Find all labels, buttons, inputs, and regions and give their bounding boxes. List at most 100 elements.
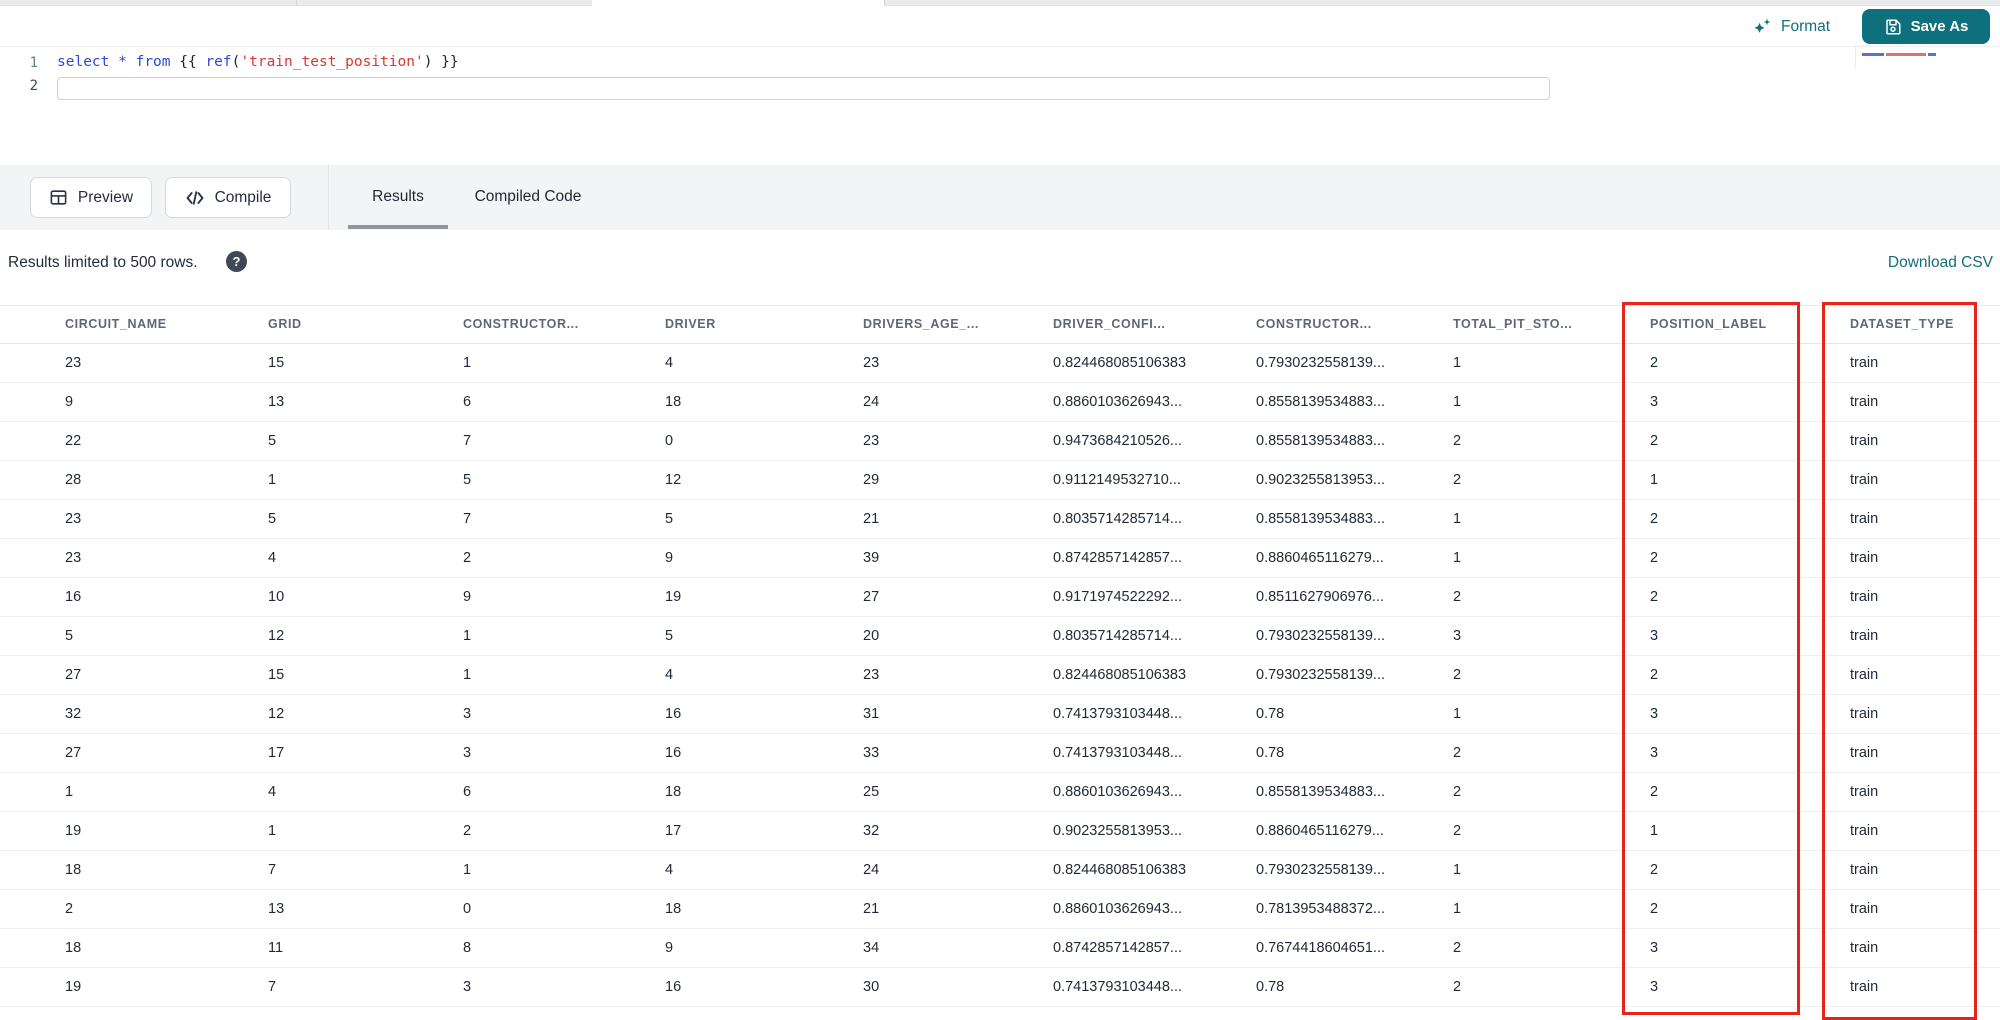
table-cell: train [1850,472,1879,488]
code-token: select [57,54,110,70]
column-header[interactable]: DRIVER [665,306,716,343]
table-row[interactable]: 22 5 7 0 23 0.9473684210526... 0.8558139534883… [0,422,2000,461]
results-table: CIRCUIT_NAME GRID CONSTRUCTOR... DRIVER DRIV… [0,305,2000,1007]
table-cell: 5 [665,628,674,644]
table-cell: 13 [268,394,285,410]
table-row[interactable]: 16 10 9 19 27 0.9171974522292... 0.85116279069… [0,578,2000,617]
column-header[interactable]: POSITION_LABEL [1650,306,1767,343]
column-header[interactable]: DATASET_TYPE [1850,306,1954,343]
table-cell: 3 [1650,940,1659,956]
table-cell: train [1850,667,1879,683]
table-cell: 5 [665,511,674,527]
table-cell: 20 [863,628,880,644]
table-row[interactable]: 18 11 8 9 34 0.8742857142857... 0.767441860465… [0,929,2000,968]
table-cell: 0.7930232558139... [1256,628,1386,644]
code-token: ref [205,54,232,70]
table-grid-icon [49,188,68,207]
table-row[interactable]: 1 4 6 18 25 0.8860103626943... 0.8558139534883… [0,773,2000,812]
table-cell: 23 [65,511,82,527]
column-header[interactable]: DRIVER_CONFI... [1053,306,1166,343]
table-row[interactable]: 23 4 2 9 39 0.8742857142857... 0.8860465116279… [0,539,2000,578]
cursor-line-highlight[interactable] [57,77,1550,100]
table-cell: 3 [463,745,472,761]
table-cell: 1 [1453,706,1462,722]
table-cell: 28 [65,472,82,488]
table-cell: 33 [863,745,880,761]
table-cell: 3 [1650,979,1659,995]
save-as-label: Save As [1910,18,1969,35]
table-row[interactable]: 23 5 7 5 21 0.8035714285714... 0.8558139534883… [0,500,2000,539]
code-token: from [135,54,171,70]
table-row[interactable]: 27 17 3 16 33 0.7413793103448... 0.78 2 3 train [0,734,2000,773]
table-cell: 7 [268,979,277,995]
table-row[interactable]: 27 15 1 4 23 0.824468085106383 0.7930232558139… [0,656,2000,695]
table-row[interactable]: 9 13 6 18 24 0.8860103626943... 0.855813953488… [0,383,2000,422]
app-window: Format Save As 1 2 select * from {{ ref(… [0,0,2000,1020]
column-header[interactable]: TOTAL_PIT_STO... [1453,306,1572,343]
table-row[interactable]: 19 1 2 17 32 0.9023255813953... 0.886046511627… [0,812,2000,851]
table-cell: 0.7930232558139... [1256,355,1386,371]
table-cell: 1 [1453,511,1462,527]
table-cell: train [1850,394,1879,410]
table-cell: 0.8860103626943... [1053,394,1183,410]
format-button[interactable]: Format [1746,12,1836,42]
table-cell: 24 [863,394,880,410]
table-cell: 0.824468085106383 [1053,862,1187,878]
editor-toolbar: Format Save As [0,6,2000,46]
table-cell: 2 [1453,823,1462,839]
column-header[interactable]: DRIVERS_AGE_... [863,306,979,343]
table-cell: 1 [463,667,472,683]
tab-results[interactable]: Results [348,165,448,229]
table-cell: 5 [268,511,277,527]
table-cell: train [1850,862,1879,878]
table-cell: 15 [268,667,285,683]
editor-minimap[interactable] [1855,47,2000,69]
column-header[interactable]: CONSTRUCTOR... [463,306,579,343]
table-cell: 1 [1650,472,1659,488]
table-cell: 16 [665,979,682,995]
column-header[interactable]: GRID [268,306,302,343]
compile-button[interactable]: Compile [165,177,291,218]
table-cell: 23 [863,667,880,683]
column-header[interactable]: CIRCUIT_NAME [65,306,167,343]
table-cell: 21 [863,511,880,527]
download-csv-link[interactable]: Download CSV [1888,254,1993,272]
table-row[interactable]: 5 12 1 5 20 0.8035714285714... 0.7930232558139… [0,617,2000,656]
table-cell: 2 [1453,589,1462,605]
code-line-1[interactable]: select * from {{ ref('train_test_positio… [57,54,459,74]
table-row[interactable]: 28 1 5 12 29 0.9112149532710... 0.902325581395… [0,461,2000,500]
table-cell: 1 [268,472,277,488]
table-cell: 17 [665,823,682,839]
preview-button[interactable]: Preview [30,177,152,218]
table-row[interactable]: 19 7 3 16 30 0.7413793103448... 0.78 2 3 train [0,968,2000,1007]
table-cell: 0.9171974522292... [1053,589,1183,605]
table-cell: 2 [1650,901,1659,917]
tab-compiled-code[interactable]: Compiled Code [452,165,604,229]
table-cell: 12 [665,472,682,488]
table-cell: 2 [1453,472,1462,488]
save-as-button[interactable]: Save As [1862,9,1990,44]
table-cell: 10 [268,589,285,605]
table-cell: 0.8558139534883... [1256,394,1386,410]
table-cell: 0.7413793103448... [1053,745,1183,761]
table-cell: 18 [65,940,82,956]
table-cell: 31 [863,706,880,722]
table-row[interactable]: 18 7 1 4 24 0.824468085106383 0.7930232558139.… [0,851,2000,890]
table-row[interactable]: 23 15 1 4 23 0.824468085106383 0.7930232558139… [0,344,2000,383]
table-cell: train [1850,550,1879,566]
table-cell: 19 [65,979,82,995]
column-header[interactable]: CONSTRUCTOR... [1256,306,1372,343]
active-tab-underline [348,225,448,229]
table-cell: 2 [1650,862,1659,878]
table-row[interactable]: 2 13 0 18 21 0.8860103626943... 0.781395348837… [0,890,2000,929]
table-cell: 1 [1453,394,1462,410]
help-icon[interactable]: ? [226,251,247,272]
table-row[interactable]: 32 12 3 16 31 0.7413793103448... 0.78 1 3 train [0,695,2000,734]
table-cell: 1 [1650,823,1659,839]
table-header-row: CIRCUIT_NAME GRID CONSTRUCTOR... DRIVER DRIV… [0,305,2000,344]
sql-editor[interactable]: 1 2 select * from {{ ref('train_test_pos… [0,46,2000,166]
table-cell: 2 [1650,433,1659,449]
table-cell: train [1850,628,1879,644]
table-cell: 0.9023255813953... [1053,823,1183,839]
